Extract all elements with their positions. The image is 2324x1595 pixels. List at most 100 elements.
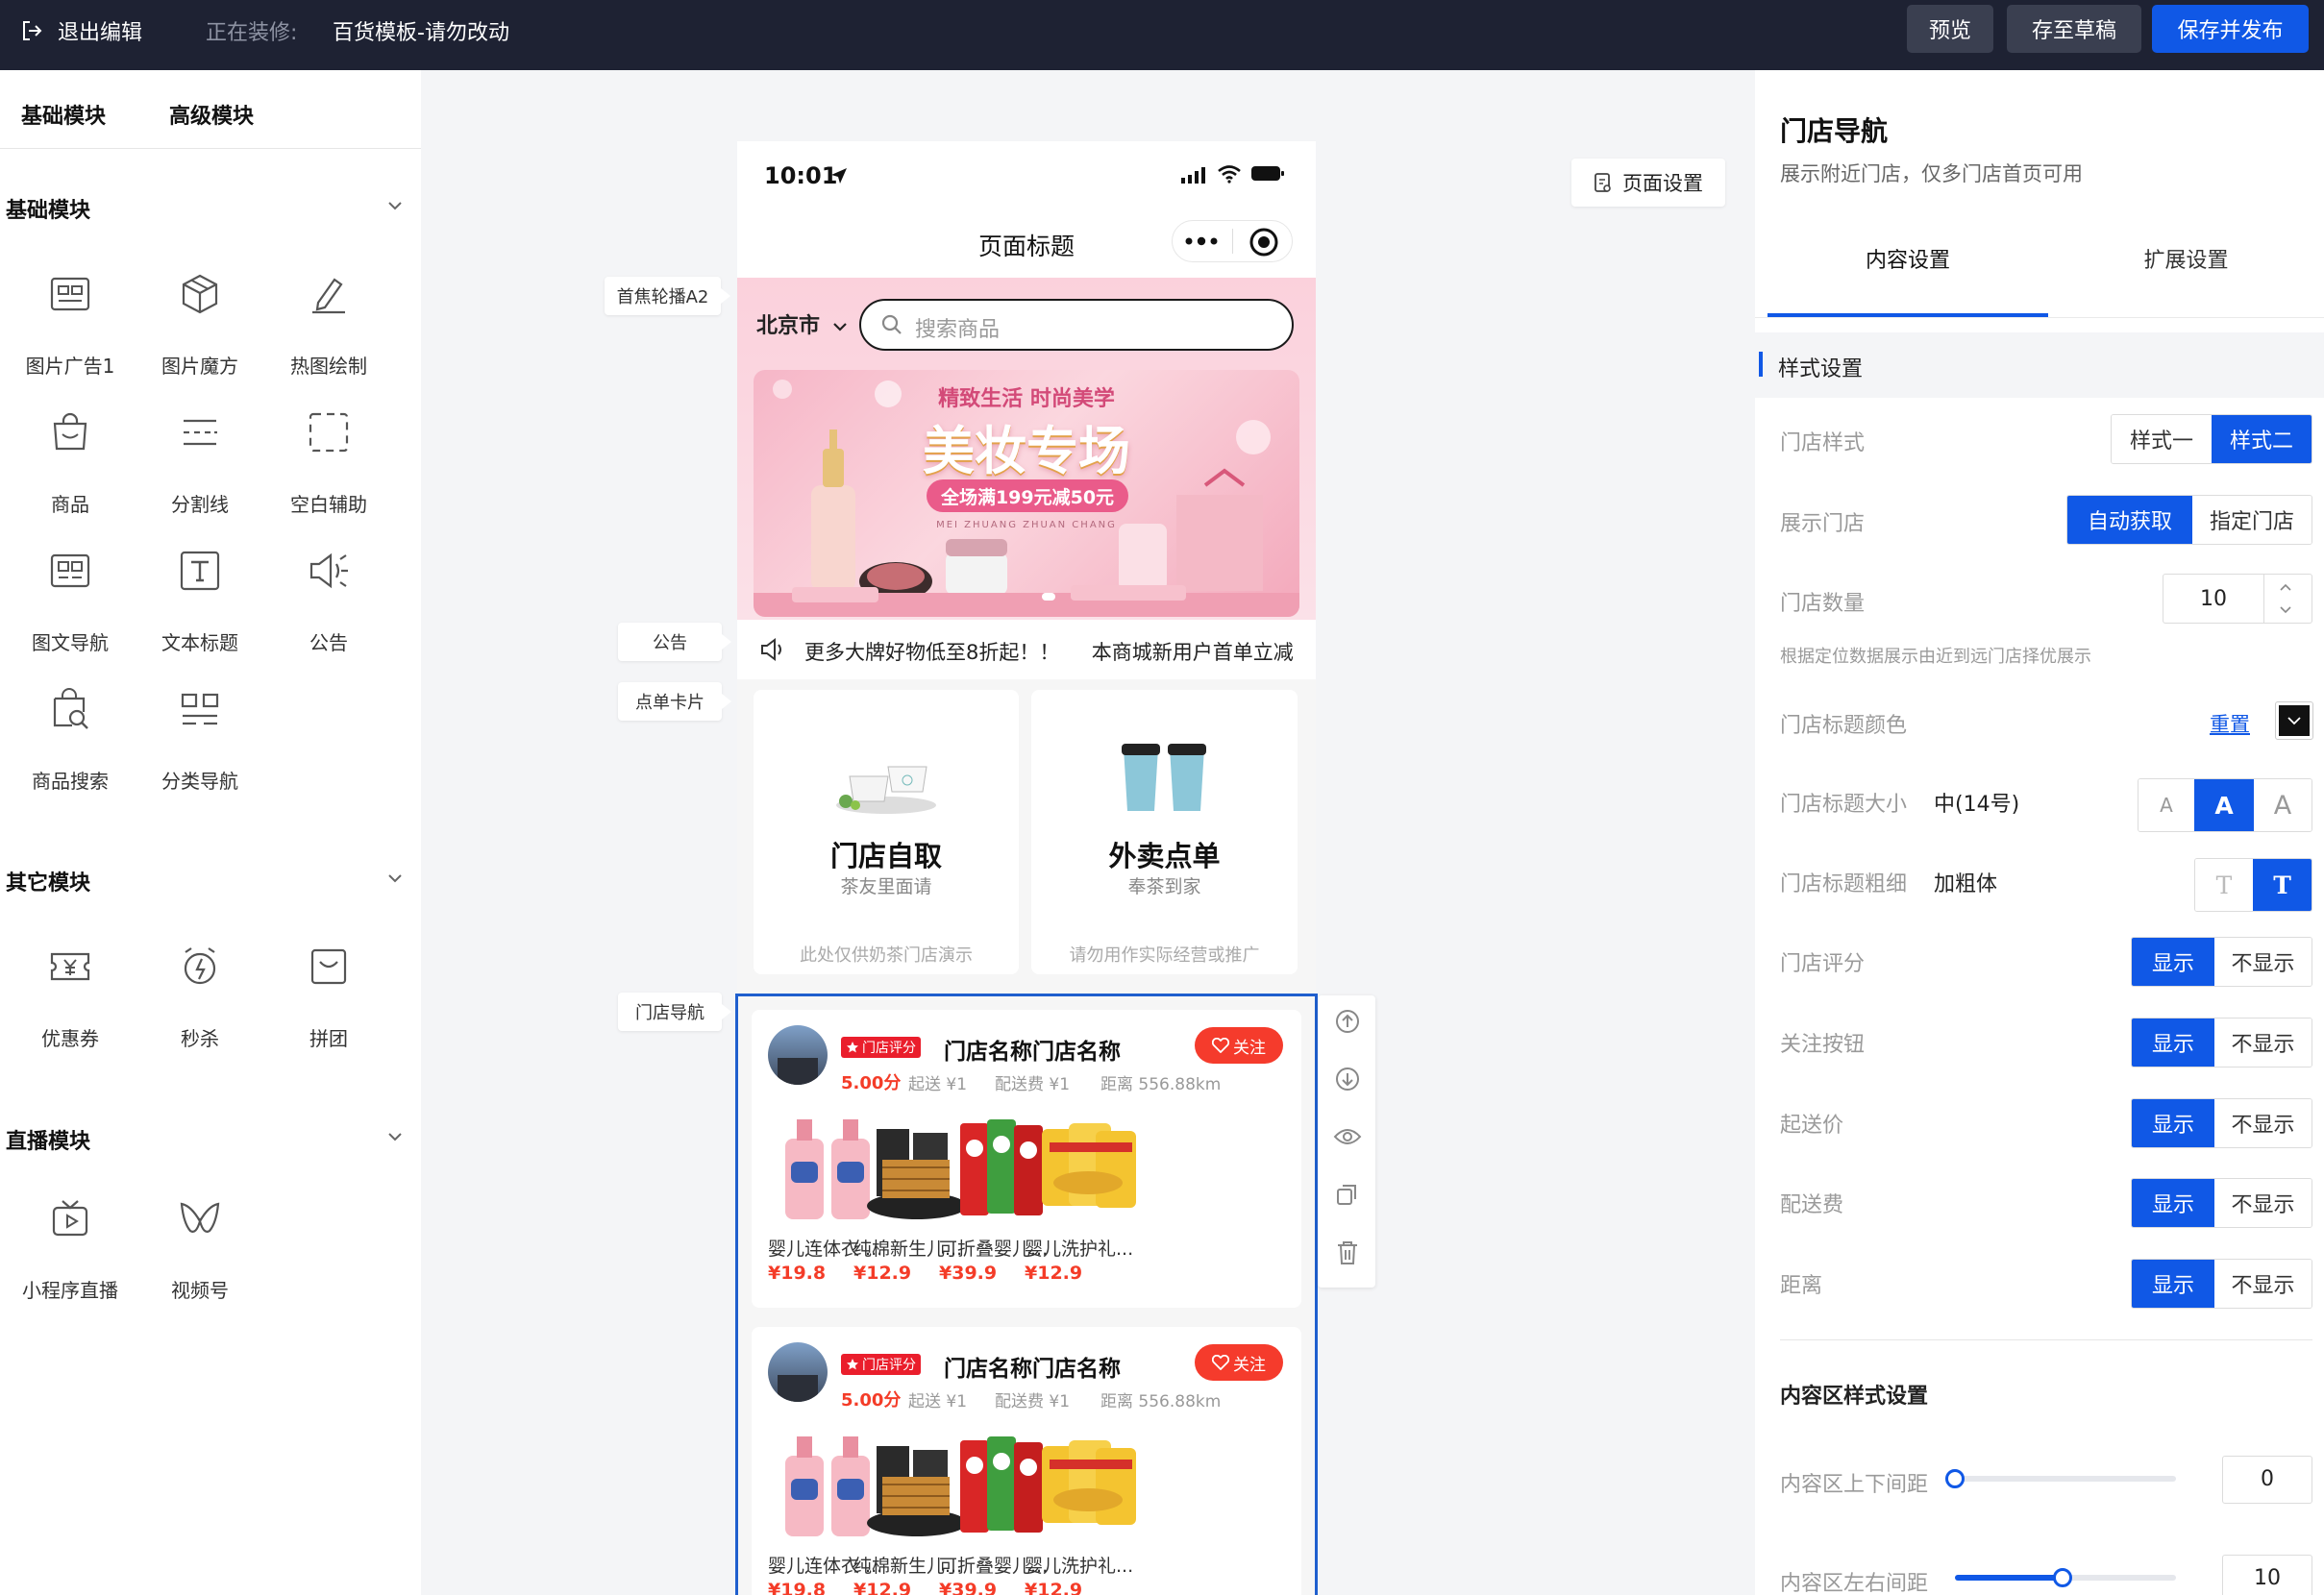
- city-selector[interactable]: 北京市: [756, 308, 849, 339]
- module-text-title[interactable]: 文本标题: [137, 549, 262, 664]
- banner-image[interactable]: 精致生活 时尚美学 美妆专场 全场满199元减50元 MEI ZHUANG ZH…: [754, 370, 1299, 617]
- eye-icon[interactable]: [1333, 1126, 1362, 1147]
- divider-icon: [184, 419, 217, 446]
- module-coupon[interactable]: 优惠券: [8, 945, 133, 1060]
- capsule-menu[interactable]: [1172, 220, 1293, 262]
- toggle-min-order-off[interactable]: 不显示: [2214, 1099, 2312, 1147]
- copy-icon[interactable]: [1335, 1182, 1360, 1207]
- title-weight-bold[interactable]: T: [2253, 859, 2312, 911]
- title-size-large[interactable]: A: [2254, 779, 2312, 831]
- module-image-text-nav[interactable]: 图文导航: [8, 549, 133, 664]
- chevron-down-icon[interactable]: [384, 1126, 406, 1147]
- move-down-icon[interactable]: [1335, 1067, 1360, 1092]
- h-padding-slider-handle[interactable]: [2053, 1568, 2072, 1587]
- store-card[interactable]: 门店评分 门店名称门店名称 关注 5.00分 起送 ¥1 配送费 ¥1 距离 5…: [752, 1327, 1301, 1595]
- star-icon: [847, 1359, 858, 1370]
- color-picker[interactable]: [2275, 701, 2313, 740]
- toggle-min-order-on[interactable]: 显示: [2132, 1099, 2214, 1147]
- module-notice[interactable]: 公告: [266, 549, 391, 664]
- tab-content-settings[interactable]: 内容设置: [1768, 243, 2048, 274]
- tab-divider: [0, 148, 421, 149]
- module-product-search[interactable]: 商品搜索: [8, 687, 133, 802]
- product-item[interactable]: 婴儿洗护礼... ¥12.9: [1025, 1427, 1148, 1595]
- store-name: 门店名称门店名称: [944, 1357, 1121, 1382]
- title-weight-normal[interactable]: T: [2195, 859, 2254, 911]
- h-padding-label: 内容区左右间距: [1780, 1572, 1929, 1595]
- image-text-nav-icon: [50, 553, 90, 588]
- toggle-label-delivery-fee: 配送费: [1780, 1193, 1844, 1217]
- store-card[interactable]: 门店评分 门店名称门店名称 关注 5.00分 起送 ¥1 配送费 ¥1 距离 5…: [752, 1010, 1301, 1308]
- follow-button[interactable]: 关注: [1195, 1027, 1283, 1064]
- module-category-nav[interactable]: 分类导航: [137, 687, 262, 802]
- tv-icon: [52, 1200, 88, 1237]
- shopping-bag-icon: [53, 412, 87, 451]
- exit-edit-button[interactable]: 退出编辑: [19, 15, 142, 46]
- speaker-icon: [309, 552, 348, 589]
- chevron-down-icon[interactable]: [2277, 603, 2294, 617]
- toggle-score-off[interactable]: 不显示: [2214, 938, 2312, 986]
- butterfly-icon: [180, 1202, 220, 1233]
- trash-icon[interactable]: [1335, 1239, 1360, 1266]
- coupon-icon: [50, 952, 90, 981]
- module-image-cube[interactable]: 图片魔方: [137, 272, 262, 387]
- module-product[interactable]: 商品: [8, 410, 133, 526]
- component-label-banner[interactable]: 首焦轮播A2: [605, 277, 730, 315]
- move-up-icon[interactable]: [1335, 1009, 1360, 1034]
- tab-basic-modules[interactable]: 基础模块: [21, 99, 106, 130]
- show-store-specified[interactable]: 指定门店: [2192, 496, 2312, 544]
- v-padding-slider-handle[interactable]: [1945, 1469, 1965, 1488]
- text-title-icon: [180, 551, 220, 591]
- product-item[interactable]: 婴儿洗护礼... ¥12.9: [1025, 1110, 1148, 1284]
- reset-color-link[interactable]: 重置: [2210, 709, 2250, 738]
- store-count-stepper[interactable]: 10: [2163, 574, 2312, 624]
- follow-button[interactable]: 关注: [1195, 1344, 1283, 1381]
- chevron-up-icon[interactable]: [2277, 580, 2294, 594]
- module-hotspot-draw[interactable]: 热图绘制: [266, 272, 391, 387]
- toggle-delivery-fee-on[interactable]: 显示: [2132, 1179, 2214, 1227]
- h-padding-input[interactable]: 10: [2222, 1555, 2312, 1595]
- module-group-buy[interactable]: 拼团: [266, 945, 391, 1060]
- page-settings-button[interactable]: 页面设置: [1571, 159, 1725, 207]
- component-label-store-nav[interactable]: 门店导航: [618, 993, 731, 1031]
- save-publish-button[interactable]: 保存并发布: [2152, 5, 2309, 53]
- toggle-delivery-fee-off[interactable]: 不显示: [2214, 1179, 2312, 1227]
- save-draft-button[interactable]: 存至草稿: [2007, 5, 2141, 53]
- v-padding-slider-track[interactable]: [1955, 1476, 2176, 1482]
- title-size-medium[interactable]: A: [2194, 779, 2254, 831]
- store-score: 5.00分: [841, 1073, 902, 1093]
- show-store-auto[interactable]: 自动获取: [2067, 496, 2192, 544]
- store-style-option-2[interactable]: 样式二: [2212, 415, 2312, 463]
- toggle-distance-on[interactable]: 显示: [2132, 1260, 2214, 1308]
- module-divider[interactable]: 分割线: [137, 410, 262, 526]
- module-image-ad[interactable]: 图片广告1: [8, 272, 133, 387]
- pickup-card[interactable]: 门店自取 茶友里面请 此处仅供奶茶门店演示: [754, 690, 1019, 974]
- preview-button[interactable]: 预览: [1907, 5, 1993, 53]
- close-target-icon[interactable]: [1249, 227, 1279, 258]
- tab-advanced-modules[interactable]: 高级模块: [169, 99, 254, 130]
- module-flash-sale[interactable]: 秒杀: [137, 945, 262, 1060]
- title-size-small[interactable]: A: [2139, 779, 2194, 831]
- toggle-follow-on[interactable]: 显示: [2132, 1018, 2214, 1067]
- module-blank-helper[interactable]: 空白辅助: [266, 410, 391, 526]
- toggle-score-on[interactable]: 显示: [2132, 938, 2214, 986]
- order-card-subtitle: 茶友里面请: [840, 876, 932, 897]
- module-label: 商品: [51, 493, 89, 516]
- notice-bar[interactable]: 更多大牌好物低至8折起！！ 本商城新用户首单立减: [737, 624, 1316, 675]
- store-nav-component[interactable]: 门店评分 门店名称门店名称 关注 5.00分 起送 ¥1 配送费 ¥1 距离 5…: [735, 994, 1318, 1595]
- section-accent-bar: [1759, 352, 1763, 377]
- delivery-card[interactable]: 外卖点单 奉茶到家 请勿用作实际经营或推广: [1031, 690, 1298, 974]
- component-label-order-card[interactable]: 点单卡片: [618, 682, 731, 721]
- chevron-down-icon[interactable]: [384, 195, 406, 216]
- component-label-notice[interactable]: 公告: [618, 623, 731, 661]
- banner-title: 美妆专场: [923, 421, 1130, 481]
- tab-extended-settings[interactable]: 扩展设置: [2048, 243, 2324, 274]
- v-padding-input[interactable]: 0: [2222, 1456, 2312, 1504]
- module-mini-live[interactable]: 小程序直播: [8, 1196, 133, 1312]
- store-style-option-1[interactable]: 样式一: [2112, 415, 2212, 463]
- module-video-channel[interactable]: 视频号: [137, 1196, 262, 1312]
- category-icon: [181, 693, 219, 725]
- search-bar[interactable]: 搜索商品: [859, 299, 1294, 351]
- toggle-distance-off[interactable]: 不显示: [2214, 1260, 2312, 1308]
- toggle-follow-off[interactable]: 不显示: [2214, 1018, 2312, 1067]
- chevron-down-icon[interactable]: [384, 868, 406, 889]
